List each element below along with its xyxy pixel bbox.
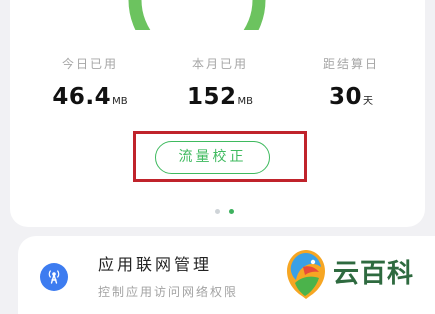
yunbaike-logo-icon [283,247,329,301]
today-used-value: 46.4 [52,84,112,110]
days-to-settlement-label: 距结算日 [322,57,379,71]
today-used-stat: 今日已用 46.4 MB [30,56,150,112]
today-used-label: 今日已用 [61,57,118,71]
page-indicator [213,209,243,217]
page-dot-2-active[interactable] [229,209,234,214]
signal-tower-icon [40,263,68,291]
traffic-summary-card: 今日已用 46.4 MB 本月已用 152 MB 距结算日 30 天 [10,0,425,227]
today-used-unit: MB [112,96,128,107]
month-used-label: 本月已用 [191,57,248,71]
traffic-calibration-button[interactable]: 流量校正 [155,141,270,174]
days-to-settlement-unit: 天 [363,96,373,107]
days-to-settlement-stat: 距结算日 30 天 [291,56,411,112]
usage-gauge-arc [128,0,266,30]
page-dot-1[interactable] [215,209,220,214]
app-network-subtitle: 控制应用访问网络权限 [98,285,239,299]
watermark-text: 云百科 [333,259,415,289]
month-used-value: 152 [186,84,237,110]
app-network-title: 应用联网管理 [98,255,213,274]
month-used-stat: 本月已用 152 MB [160,56,280,112]
days-to-settlement-value: 30 [328,84,362,110]
month-used-unit: MB [237,96,254,107]
